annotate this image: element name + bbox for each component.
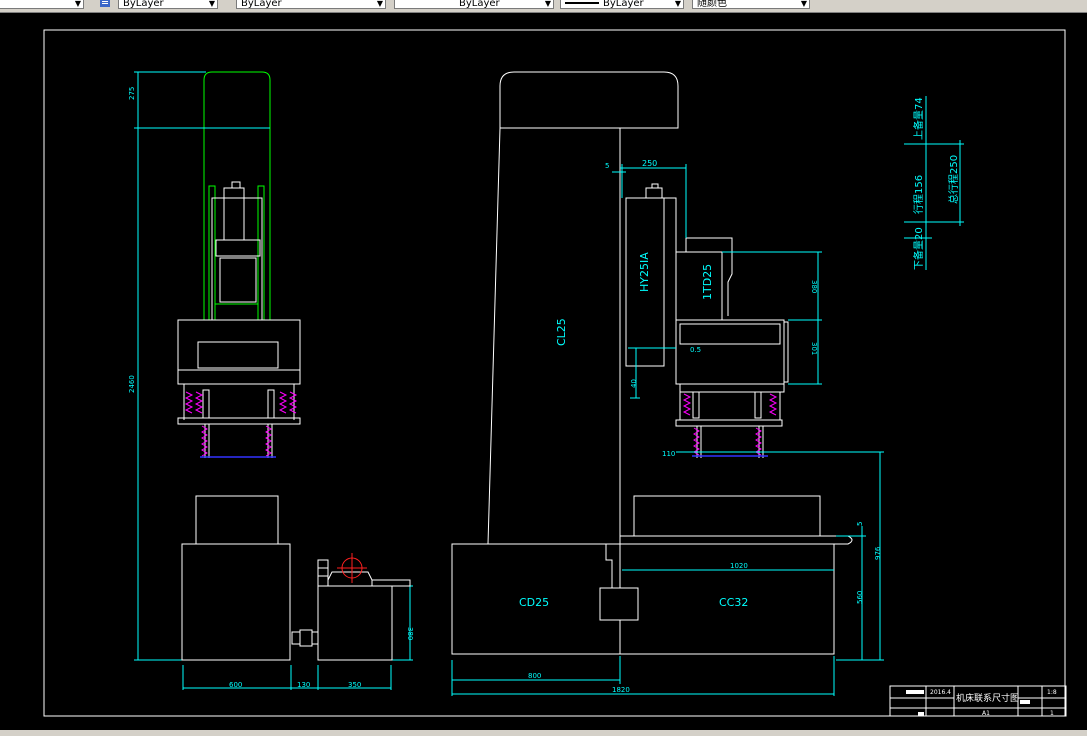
chevron-down-icon: ▼ (674, 0, 681, 8)
title-date: 2016.4 (930, 689, 951, 696)
dim-1020: 1020 (730, 562, 748, 570)
dim-gap: 130 (297, 681, 310, 689)
upper-reserve-label: 上备量74 (912, 97, 925, 140)
dim-top-extension: 275 (128, 87, 136, 100)
properties-toolbar: ▼ ByLayer ▼ ByLayer ▼ ByLayer ▼ ByLayer ▼ 随颜… (0, 0, 1087, 13)
plotstyle-value: 随颜色 (697, 0, 727, 9)
layer-dropdown-partial[interactable]: ▼ (0, 0, 84, 9)
color-control-dropdown[interactable]: ByLayer ▼ (236, 0, 386, 9)
title-drawing-name: 机床联系尺寸图 (956, 692, 1019, 704)
layer-value: ByLayer (123, 0, 164, 9)
chevron-down-icon: ▼ (800, 0, 807, 8)
dim-1820: 1820 (612, 686, 630, 694)
dim-800: 800 (528, 672, 541, 680)
title-block-stamp-3 (918, 712, 924, 716)
label-base-right: CC32 (719, 596, 748, 609)
chevron-down-icon: ▼ (74, 0, 81, 8)
total-stroke-label: 总行程250 (947, 155, 960, 204)
lineweight-swatch (565, 2, 599, 4)
title-block-stamp-2 (1020, 700, 1030, 704)
dim-width-pump: 350 (348, 681, 361, 689)
dim-0-5: 0.5 (690, 346, 701, 354)
lineweight-control-dropdown[interactable]: ByLayer ▼ (560, 0, 684, 9)
dim-height-total: 2460 (128, 375, 136, 393)
chevron-down-icon: ▼ (208, 0, 215, 8)
status-strip (0, 730, 1087, 736)
title-sheet-no: 1 (1050, 710, 1054, 717)
dim-560: 560 (856, 591, 864, 604)
chevron-down-icon: ▼ (544, 0, 551, 8)
dim-head-offset: 5 (605, 162, 609, 170)
stroke-label: 行程156 (912, 175, 925, 214)
linetype-control-dropdown[interactable]: ByLayer ▼ (394, 0, 554, 9)
label-head2: 1TD25 (701, 264, 714, 300)
title-block-stamp (906, 690, 924, 694)
dim-301: 301 (810, 342, 818, 355)
chevron-down-icon: ▼ (376, 0, 383, 8)
dim-height-pump: 380 (406, 627, 414, 640)
color-value: ByLayer (241, 0, 282, 9)
title-scale: 1:8 (1047, 689, 1057, 696)
plotstyle-control-dropdown[interactable]: 随颜色 ▼ (692, 0, 810, 9)
title-sheet-size: A1 (982, 710, 990, 717)
layer-control-dropdown[interactable]: ByLayer ▼ (118, 0, 218, 9)
dim-5-right: 5 (856, 522, 864, 526)
drawing-canvas[interactable]: 275 2460 600 130 350 380 250 5 380 301 0… (0, 13, 1087, 730)
dim-40: 40 (630, 379, 638, 388)
lower-reserve-label: 下备量20 (912, 227, 925, 270)
dim-width-unit: 600 (229, 681, 242, 689)
dim-head-width: 250 (642, 159, 657, 168)
label-head: HY25IA (638, 252, 651, 292)
dim-976: 976 (874, 546, 882, 560)
dim-110: 110 (662, 450, 675, 458)
label-column: CL25 (555, 318, 568, 346)
linetype-value: ByLayer (459, 0, 500, 9)
dim-380: 380 (810, 280, 818, 293)
label-base-left: CD25 (519, 596, 549, 609)
layer-properties-icon[interactable] (100, 0, 112, 8)
lineweight-value: ByLayer (603, 0, 644, 9)
